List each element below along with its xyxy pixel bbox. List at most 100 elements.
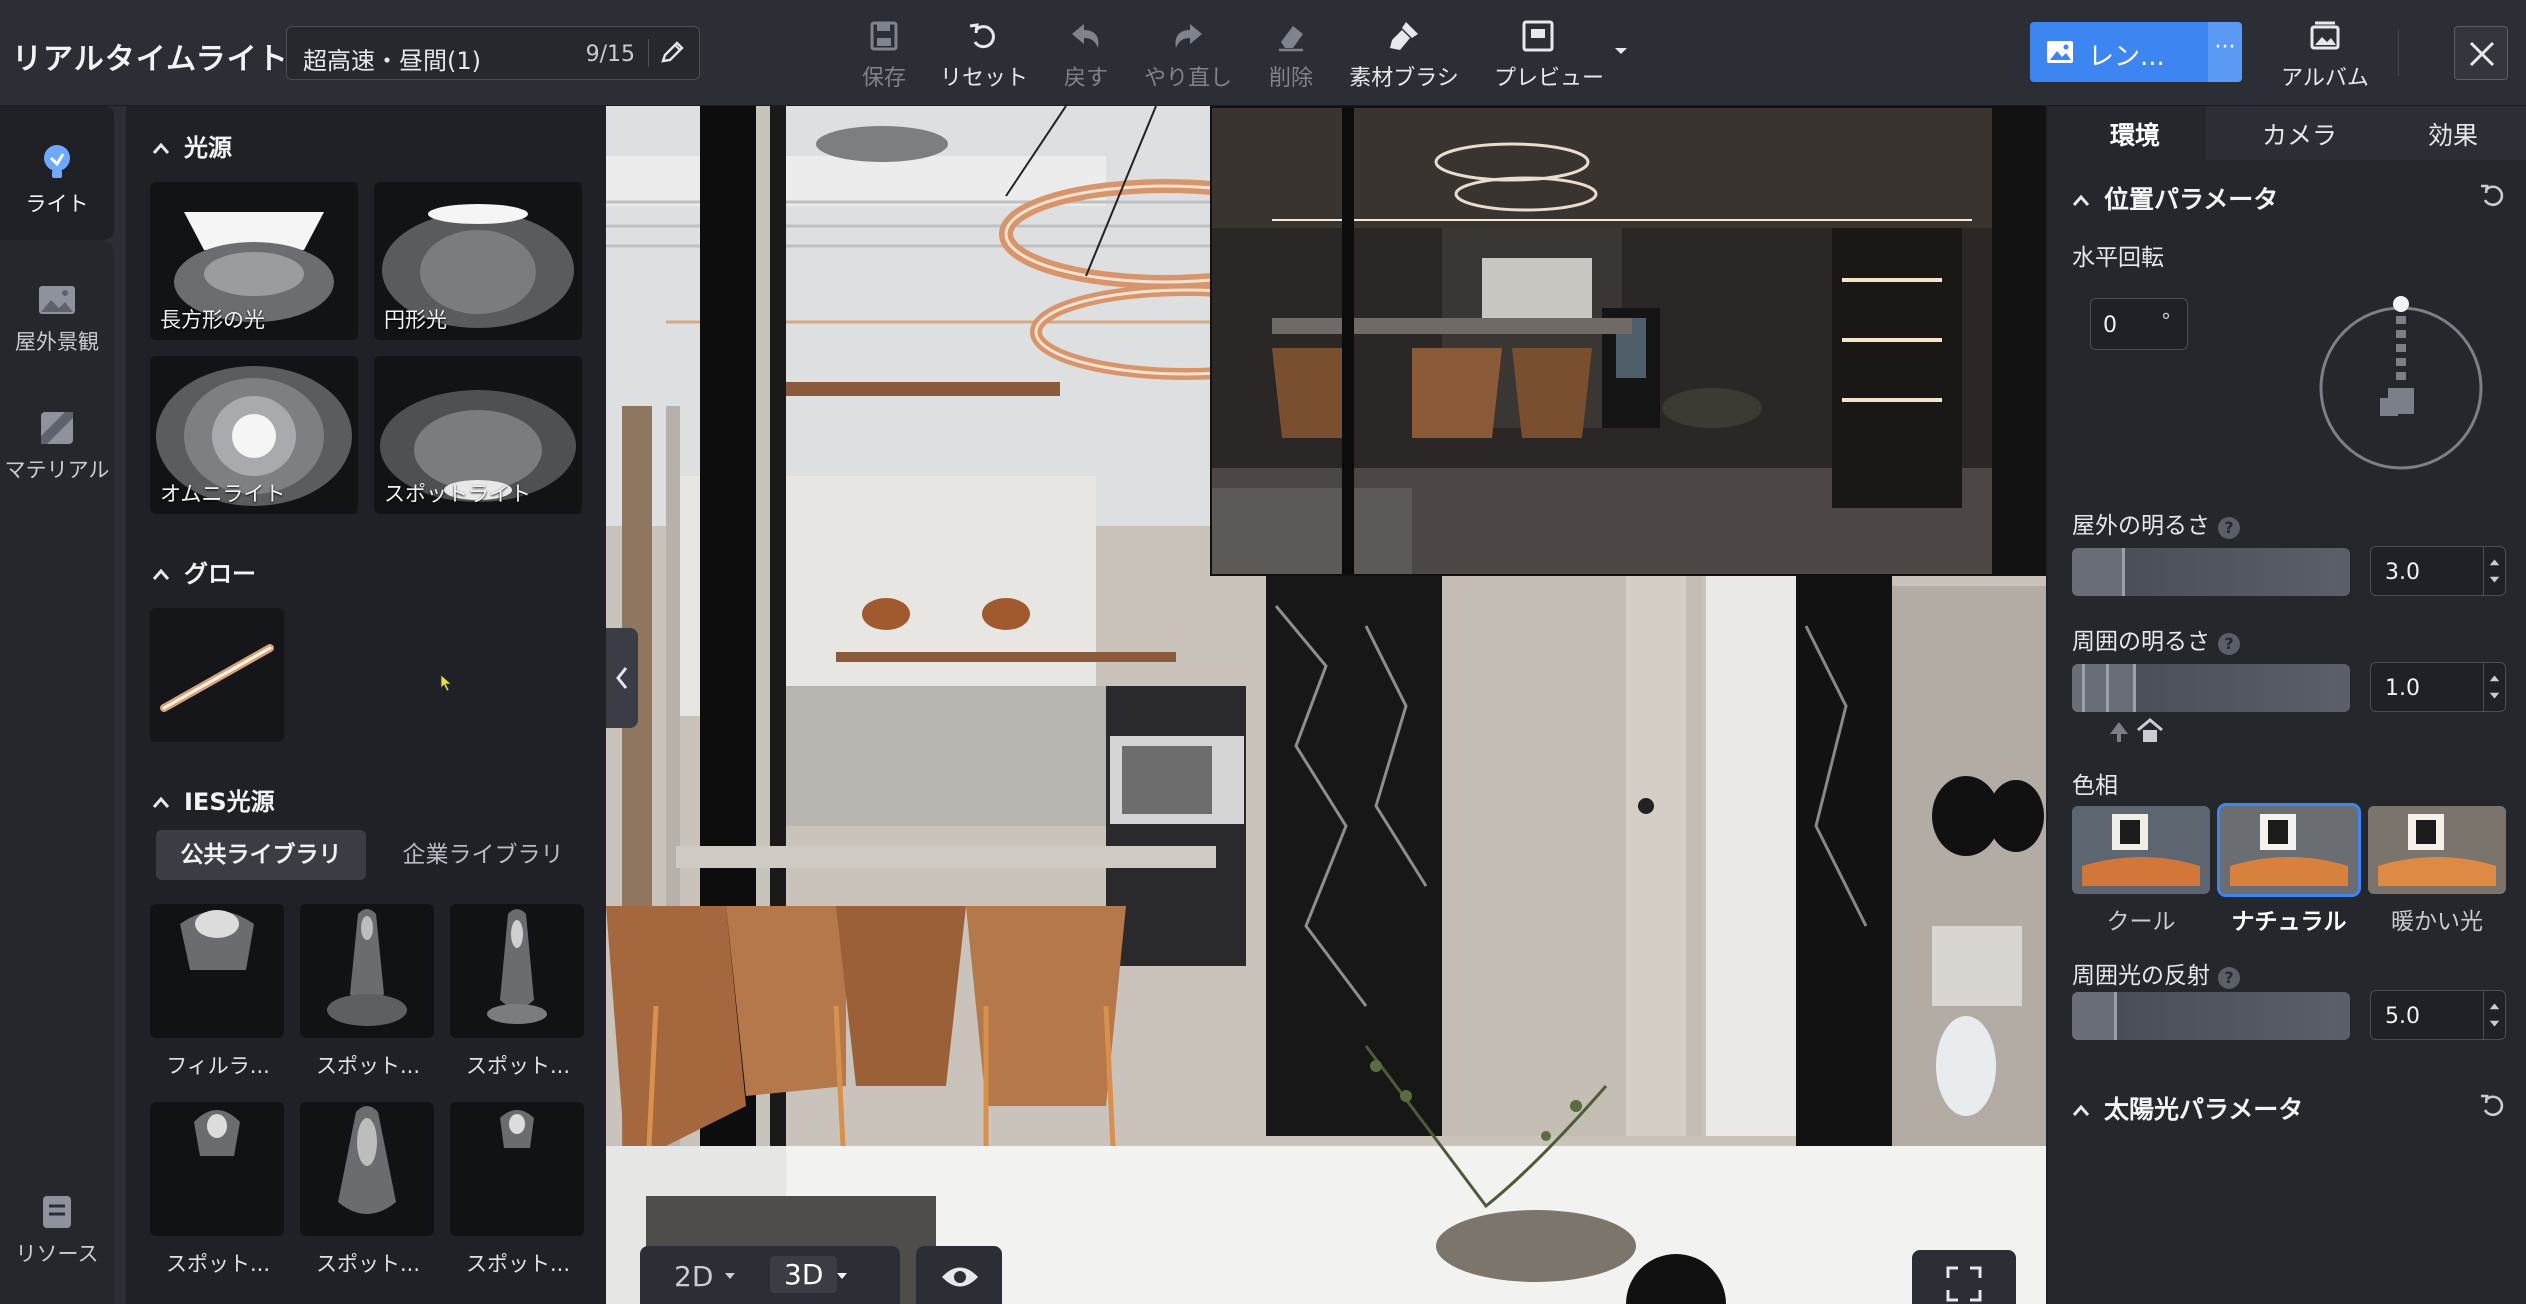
rotation-dial[interactable] — [2316, 290, 2486, 474]
light-item-omni[interactable]: オムニライト — [150, 356, 358, 514]
reset-button[interactable]: リセット — [938, 16, 1030, 92]
light-item-rectangle[interactable]: 長方形の光 — [150, 182, 358, 340]
section-position-params[interactable]: 位置パラメータ — [2072, 180, 2278, 216]
render-preview-window[interactable] — [1210, 106, 2046, 576]
ambient-reflection-label: 周囲光の反射? — [2072, 956, 2240, 990]
home-icon — [2137, 718, 2163, 742]
stepper-icon[interactable] — [2483, 663, 2505, 711]
slider-mark — [2106, 664, 2109, 712]
preview-icon — [1522, 20, 1554, 52]
material-brush-button[interactable]: 素材ブラシ — [1348, 16, 1460, 92]
undo-icon — [1072, 24, 1099, 48]
section-sun-params[interactable]: 太陽光パラメータ — [2072, 1090, 2303, 1126]
album-icon — [2310, 21, 2340, 50]
tab-camera[interactable]: カメラ — [2262, 116, 2337, 152]
reset-icon[interactable] — [2478, 180, 2508, 210]
chevron-down-icon[interactable] — [724, 1272, 736, 1280]
hue-option-natural[interactable] — [2217, 803, 2361, 897]
render-button[interactable]: レン... ··· — [2030, 22, 2242, 82]
hue-label: 色相 — [2072, 773, 2118, 799]
light-item-label: オムニライト — [160, 482, 286, 506]
ies-item[interactable]: スポット... — [300, 1102, 434, 1276]
help-icon[interactable]: ? — [2218, 633, 2240, 655]
glow-item-tube[interactable] — [150, 608, 284, 742]
3d-viewport[interactable] — [606, 106, 2046, 1304]
chevron-up-icon — [152, 568, 170, 580]
tab-company-library[interactable]: 企業ライブラリ — [378, 830, 588, 880]
slider-thumb[interactable] — [2122, 548, 2126, 596]
rail-item-outdoor[interactable]: 屋外景観 — [0, 278, 114, 356]
undo-button[interactable]: 戻す — [1056, 16, 1116, 92]
stepper-icon[interactable] — [2483, 991, 2505, 1039]
landscape-icon — [39, 286, 75, 314]
ambient-reflection-input[interactable]: 5.0 — [2370, 990, 2506, 1040]
ies-spot-thumbnail — [150, 1102, 284, 1236]
ies-item[interactable]: スポット... — [450, 904, 584, 1078]
ies-item[interactable]: スポット... — [150, 1102, 284, 1276]
rotation-unit: ° — [2161, 309, 2171, 333]
rail-item-resource[interactable]: リソース — [0, 1190, 114, 1268]
slider-thumb[interactable] — [2133, 664, 2137, 712]
ies-item-label: スポット... — [315, 1054, 421, 1078]
close-button[interactable] — [2454, 26, 2508, 80]
scene-selector[interactable]: 超高速・昼間(1) 9/15 — [286, 26, 700, 80]
chevron-down-icon[interactable] — [836, 1272, 848, 1280]
slider-thumb[interactable] — [2113, 992, 2117, 1040]
section-ies[interactable]: IES光源 — [152, 782, 275, 817]
ies-item[interactable]: スポット... — [450, 1102, 584, 1276]
chevron-down-icon[interactable] — [1614, 46, 1628, 56]
light-item-label: 長方形の光 — [160, 308, 265, 332]
rail-item-material[interactable]: マテリアル — [0, 406, 114, 484]
eye-icon — [942, 1267, 978, 1287]
outdoor-brightness-slider[interactable] — [2072, 548, 2350, 596]
tab-effects[interactable]: 効果 — [2428, 116, 2478, 152]
hue-natural-label: ナチュラル — [2231, 909, 2347, 935]
hue-option-warm[interactable] — [2368, 806, 2506, 894]
light-item-label: スポットライト — [384, 482, 531, 506]
ambient-reflection-slider[interactable] — [2072, 992, 2350, 1040]
section-light-source[interactable]: 光源 — [152, 128, 232, 163]
redo-button[interactable]: やり直し — [1142, 16, 1234, 92]
ambient-brightness-input[interactable]: 1.0 — [2370, 662, 2506, 712]
tab-environment[interactable]: 環境 — [2110, 116, 2160, 152]
render-label: レン... — [2088, 42, 2165, 72]
light-item-spot[interactable]: スポットライト — [374, 356, 582, 514]
save-button[interactable]: 保存 — [854, 16, 914, 92]
mode-3d-button[interactable]: 3D — [770, 1256, 838, 1293]
preview-button[interactable]: プレビュー — [1492, 16, 1632, 92]
section-glow[interactable]: グロー — [152, 554, 256, 589]
ies-item[interactable]: スポット... — [300, 904, 434, 1078]
close-icon — [2469, 41, 2495, 67]
reset-icon[interactable] — [2478, 1090, 2508, 1120]
delete-button[interactable]: 削除 — [1262, 16, 1320, 92]
ambient-brightness-slider[interactable] — [2072, 664, 2350, 712]
ies-item[interactable]: フィルラ... — [150, 904, 284, 1078]
help-icon[interactable]: ? — [2218, 967, 2240, 989]
reset-icon — [969, 23, 995, 49]
ies-spot-thumbnail — [300, 904, 434, 1038]
light-item-circle[interactable]: 円形光 — [374, 182, 582, 340]
ies-item-label: スポット... — [465, 1252, 571, 1276]
collapse-left-panel-button[interactable] — [606, 628, 638, 728]
hue-option-cool[interactable] — [2072, 806, 2210, 894]
undo-label: 戻す — [1063, 66, 1108, 91]
rail-item-light[interactable]: ライト — [0, 106, 114, 240]
chevron-up-icon — [2072, 194, 2090, 206]
reset-label: リセット — [939, 66, 1028, 91]
bulb-icon — [44, 145, 70, 178]
album-button[interactable]: アルバム — [2280, 16, 2370, 92]
pencil-icon[interactable] — [657, 37, 687, 69]
fit-view-button[interactable] — [1912, 1250, 2016, 1304]
stepper-icon[interactable] — [2483, 547, 2505, 595]
render-more-button[interactable]: ··· — [2208, 22, 2242, 82]
visibility-toggle-button[interactable] — [916, 1246, 1002, 1304]
outdoor-brightness-input[interactable]: 3.0 — [2370, 546, 2506, 596]
section-ies-title: IES光源 — [184, 788, 275, 816]
help-icon[interactable]: ? — [2218, 517, 2240, 539]
slider-fill — [2072, 992, 2114, 1040]
mode-2d-button[interactable]: 2D — [674, 1260, 713, 1293]
scene-name: 超高速・昼間(1) — [303, 47, 481, 75]
rotation-input[interactable]: 0 ° — [2090, 298, 2188, 350]
tab-public-library[interactable]: 公共ライブラリ — [156, 830, 366, 880]
sun-params-title: 太陽光パラメータ — [2104, 1095, 2304, 1124]
